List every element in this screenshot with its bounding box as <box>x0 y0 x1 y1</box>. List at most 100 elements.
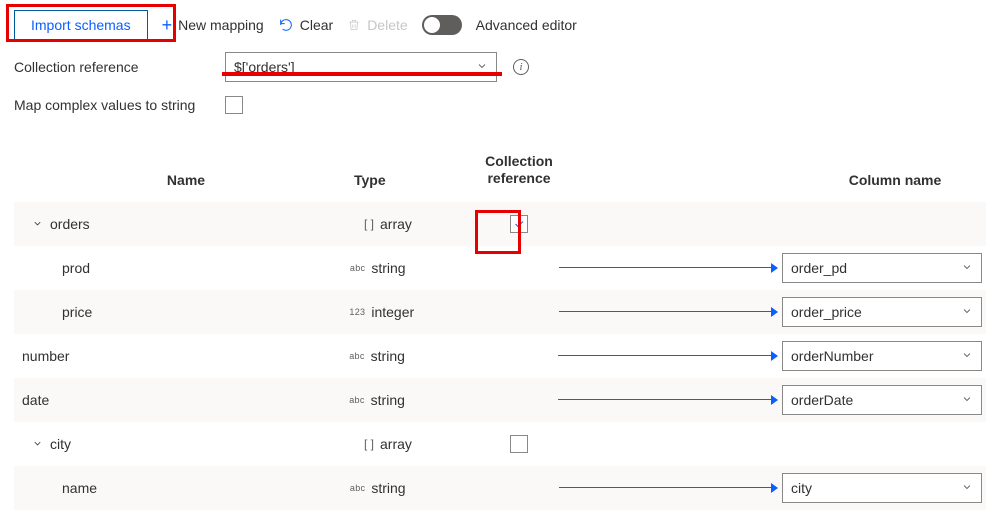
column-name-select[interactable]: order_price <box>782 297 982 327</box>
row-name-cell: prod <box>14 260 345 276</box>
column-name-select[interactable]: orderNumber <box>782 341 982 371</box>
table-row: prod abc string order_pd <box>14 246 986 290</box>
new-mapping-button[interactable]: + New mapping <box>162 15 264 36</box>
chevron-down-icon <box>961 304 973 320</box>
table-row: name abc string city <box>14 466 986 510</box>
row-name: date <box>22 392 49 408</box>
type-badge: abc <box>345 351 365 361</box>
collection-reference-select[interactable]: $['orders'] <box>225 52 497 82</box>
row-collref-cell <box>464 215 574 233</box>
row-type: string <box>371 392 405 408</box>
row-type-cell: abc string <box>345 260 452 276</box>
row-column-cell: order_pd <box>782 253 986 283</box>
table-row: date abc string orderDate <box>14 378 986 422</box>
clear-label: Clear <box>300 17 333 33</box>
row-type: array <box>380 436 412 452</box>
mapping-table: orders [ ] array prod abc string order_pdprice… <box>14 202 986 510</box>
type-badge: abc <box>345 395 365 405</box>
row-column-cell: orderDate <box>782 385 986 415</box>
type-badge: abc <box>345 483 365 493</box>
row-type: string <box>371 480 405 496</box>
row-name: name <box>62 480 97 496</box>
row-name-cell: price <box>14 304 345 320</box>
column-name-select[interactable]: orderDate <box>782 385 982 415</box>
chevron-down-icon <box>476 59 488 75</box>
row-type-cell: abc string <box>345 480 452 496</box>
map-complex-row: Map complex values to string <box>14 96 986 115</box>
column-name-value: orderNumber <box>791 348 873 364</box>
row-type: string <box>371 348 405 364</box>
mapping-arrow <box>558 399 782 401</box>
advanced-editor-label: Advanced editor <box>476 17 577 33</box>
column-name-value: orderDate <box>791 392 853 408</box>
row-type-cell: abc string <box>345 392 452 408</box>
row-name-cell: number <box>14 348 345 364</box>
table-row: city [ ] array <box>14 422 986 466</box>
delete-label: Delete <box>367 17 407 33</box>
column-name-select[interactable]: city <box>782 473 982 503</box>
column-name-value: order_price <box>791 304 862 320</box>
type-badge: abc <box>345 263 365 273</box>
collection-reference-row: Collection reference $['orders'] i <box>14 52 986 82</box>
expand-toggle[interactable] <box>32 218 46 229</box>
collref-checkbox[interactable] <box>510 215 528 233</box>
row-type-cell: [ ] array <box>354 216 464 232</box>
column-name-value: order_pd <box>791 260 847 276</box>
collref-checkbox[interactable] <box>510 435 528 453</box>
chevron-down-icon <box>961 348 973 364</box>
type-badge: 123 <box>345 307 365 317</box>
mapping-arrow <box>559 267 782 269</box>
table-header: Name Type Collection reference Column na… <box>14 129 986 202</box>
collection-reference-label: Collection reference <box>14 59 209 75</box>
trash-icon <box>347 17 361 33</box>
type-badge: [ ] <box>354 217 374 231</box>
toolbar: Import schemas + New mapping Clear Delet… <box>14 10 986 40</box>
collection-reference-value: $['orders'] <box>234 59 295 75</box>
row-name: orders <box>50 216 90 232</box>
header-column: Column name <box>804 172 986 188</box>
chevron-down-icon <box>961 480 973 496</box>
chevron-down-icon <box>961 260 973 276</box>
header-name: Name <box>14 172 354 188</box>
row-name-cell: city <box>14 436 354 452</box>
map-complex-label: Map complex values to string <box>14 96 209 115</box>
row-type: string <box>371 260 405 276</box>
row-name-cell: orders <box>14 216 354 232</box>
table-row: orders [ ] array <box>14 202 986 246</box>
row-name: price <box>62 304 92 320</box>
mapping-arrow <box>558 355 782 357</box>
row-type-cell: [ ] array <box>354 436 464 452</box>
mapping-arrow <box>574 223 804 225</box>
reset-icon <box>278 17 294 33</box>
row-type-cell: 123 integer <box>345 304 452 320</box>
info-icon[interactable]: i <box>513 59 529 75</box>
mapping-arrow <box>559 311 782 313</box>
table-row: number abc string orderNumber <box>14 334 986 378</box>
expand-toggle[interactable] <box>32 438 46 449</box>
row-column-cell: order_price <box>782 297 986 327</box>
advanced-editor-toggle[interactable] <box>422 15 462 35</box>
row-name-cell: date <box>14 392 345 408</box>
type-badge: [ ] <box>354 437 374 451</box>
column-name-select[interactable]: order_pd <box>782 253 982 283</box>
row-name: number <box>22 348 69 364</box>
mapping-arrow <box>574 443 804 445</box>
import-schemas-button[interactable]: Import schemas <box>14 10 148 40</box>
header-type: Type <box>354 172 464 188</box>
row-name: city <box>50 436 71 452</box>
new-mapping-label: New mapping <box>178 17 264 33</box>
table-row: price 123 integer order_price <box>14 290 986 334</box>
row-column-cell: orderNumber <box>782 341 986 371</box>
row-collref-cell <box>464 435 574 453</box>
row-name: prod <box>62 260 90 276</box>
row-name-cell: name <box>14 480 345 496</box>
map-complex-checkbox[interactable] <box>225 96 243 114</box>
clear-button[interactable]: Clear <box>278 17 333 33</box>
column-name-value: city <box>791 480 812 496</box>
row-type: array <box>380 216 412 232</box>
row-type-cell: abc string <box>345 348 452 364</box>
row-type: integer <box>371 304 414 320</box>
header-collref: Collection reference <box>464 153 574 188</box>
plus-icon: + <box>162 15 173 36</box>
mapping-arrow <box>559 487 782 489</box>
